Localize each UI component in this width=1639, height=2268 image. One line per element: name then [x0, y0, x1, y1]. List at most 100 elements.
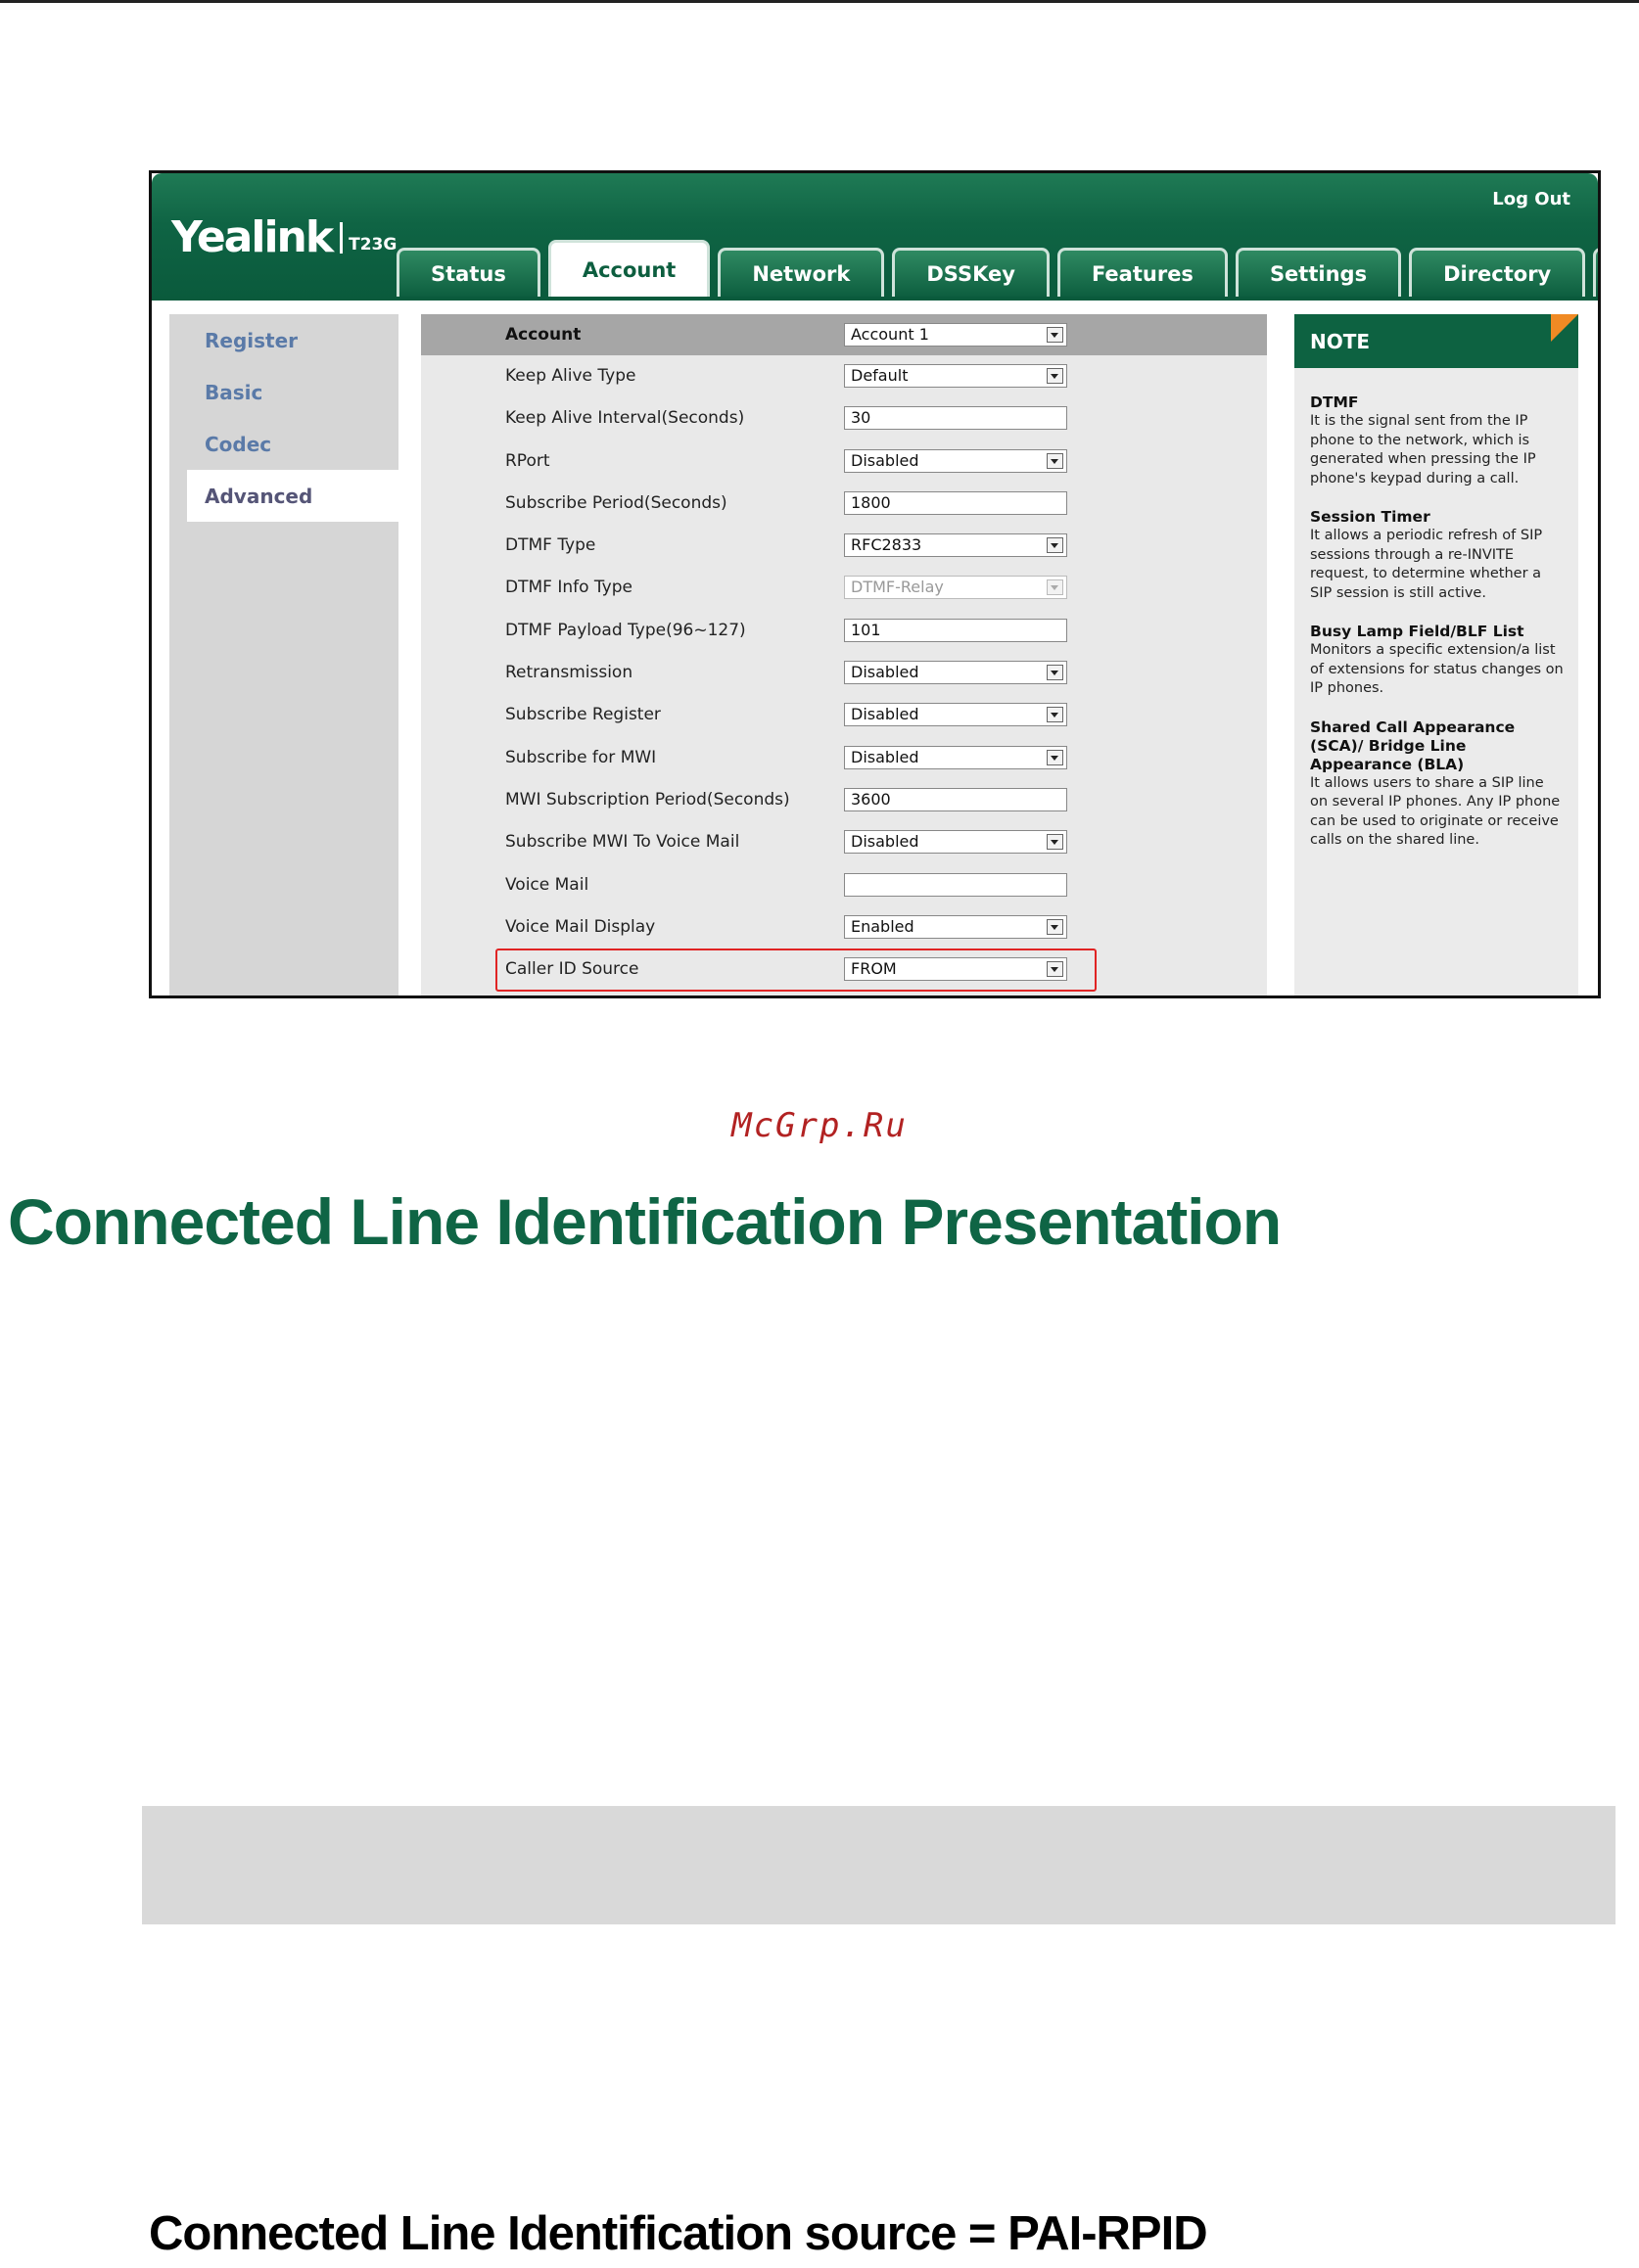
dropdown-arrow-icon[interactable] — [1047, 749, 1063, 765]
select-keep-alive-type[interactable]: Default — [844, 364, 1067, 388]
dropdown-arrow-icon[interactable] — [1047, 918, 1063, 935]
field-value: Disabled — [851, 450, 919, 470]
field-value: 101 — [851, 620, 881, 639]
note-header-label: NOTE — [1310, 329, 1371, 353]
form-row: Keep Alive Interval(Seconds) 30 — [421, 397, 1267, 440]
input-voice-mail[interactable] — [844, 872, 1067, 897]
form-row: DTMF Type RFC2833 — [421, 525, 1267, 567]
tab-features[interactable]: Features — [1056, 248, 1228, 297]
dropdown-arrow-icon[interactable] — [1047, 579, 1063, 596]
field-value: 1800 — [851, 492, 891, 512]
tab-settings[interactable]: Settings — [1235, 248, 1402, 297]
select-caller-id-source[interactable]: FROM — [844, 957, 1067, 982]
yealink-logo: Yealink T23G — [171, 212, 397, 262]
dropdown-arrow-icon[interactable] — [1047, 665, 1063, 681]
logo-text: Yealink — [171, 212, 334, 262]
dropdown-arrow-icon[interactable] — [1047, 327, 1063, 343]
field-value: Disabled — [851, 705, 919, 724]
field-label-caller-id-source: Caller ID Source — [505, 959, 639, 980]
field-label-subscribe-register: Subscribe Register — [505, 705, 661, 725]
input-keep-alive-interval-seconds[interactable]: 30 — [844, 406, 1067, 431]
form-row: Subscribe Register Disabled — [421, 694, 1267, 736]
field-label-keep-alive-interval-seconds: Keep Alive Interval(Seconds) — [505, 408, 745, 429]
form-row: Caller ID Source FROM — [421, 949, 1267, 991]
field-value: DTMF-Relay — [851, 578, 944, 597]
dropdown-arrow-icon[interactable] — [1047, 707, 1063, 723]
field-label-voice-mail: Voice Mail — [505, 874, 589, 895]
top-rule — [0, 0, 1639, 3]
dropdown-arrow-icon[interactable] — [1047, 834, 1063, 851]
note-title: Shared Call Appearance (SCA)/ Bridge Lin… — [1310, 717, 1516, 773]
note-section: Busy Lamp Field/BLF List Monitors a speci… — [1310, 623, 1565, 699]
note-section: Shared Call Appearance (SCA)/ Bridge Lin… — [1310, 718, 1565, 851]
note-text: Monitors a specific extension/a list of … — [1310, 642, 1564, 696]
tab-dsskey[interactable]: DSSKey — [892, 248, 1050, 297]
form-row: Subscribe for MWI Disabled — [421, 737, 1267, 779]
field-value: RFC2833 — [851, 535, 922, 555]
select-retransmission[interactable]: Disabled — [844, 661, 1067, 685]
note-text: It allows users to share a SIP line on s… — [1310, 774, 1561, 849]
dropdown-arrow-icon[interactable] — [1047, 537, 1063, 554]
dropdown-arrow-icon[interactable] — [1047, 452, 1063, 469]
sidebar-item-basic[interactable]: Basic — [169, 366, 398, 418]
watermark: McGrp.Ru — [731, 1106, 908, 1145]
tab-security[interactable]: Security — [1593, 248, 1598, 297]
form-row: Account Account 1 — [421, 314, 1267, 355]
field-label-keep-alive-type: Keep Alive Type — [505, 366, 636, 386]
select-subscribe-register[interactable]: Disabled — [844, 703, 1067, 727]
field-value: Disabled — [851, 663, 919, 682]
input-mwi-subscription-period-seconds[interactable]: 3600 — [844, 787, 1067, 811]
sidebar-item-advanced[interactable]: Advanced — [187, 470, 398, 522]
note-section: DTMF It is the signal sent from the IP ph… — [1310, 393, 1565, 488]
note-title: DTMF — [1310, 393, 1359, 411]
ui-header: Yealink T23G Log Out Status Account Network… — [152, 173, 1598, 301]
note-body: DTMF It is the signal sent from the IP ph… — [1294, 368, 1578, 851]
input-subscribe-period-seconds[interactable]: 1800 — [844, 490, 1067, 515]
note-section: Session Timer It allows a periodic refres… — [1310, 508, 1565, 603]
field-value: FROM — [851, 959, 897, 979]
form-row: Subscribe Period(Seconds) 1800 — [421, 483, 1267, 525]
form-row: Subscribe MWI To Voice Mail Disabled — [421, 821, 1267, 863]
note-corner-icon — [1551, 314, 1578, 342]
form-row: Voice Mail Display Enabled — [421, 906, 1267, 949]
select-subscribe-mwi-to-voice-mail[interactable]: Disabled — [844, 830, 1067, 855]
select-dtmf-type[interactable]: RFC2833 — [844, 533, 1067, 558]
sidebar: Register Basic Codec Advanced — [169, 314, 398, 995]
field-label-mwi-subscription-period-seconds: MWI Subscription Period(Seconds) — [505, 789, 790, 810]
field-value: Account 1 — [851, 325, 929, 344]
tab-status[interactable]: Status — [397, 248, 540, 297]
form-row: DTMF Payload Type(96~127) 101 — [421, 610, 1267, 652]
logout-link[interactable]: Log Out — [1492, 189, 1570, 209]
sidebar-item-register[interactable]: Register — [169, 314, 398, 366]
field-label-subscribe-for-mwi: Subscribe for MWI — [505, 747, 657, 767]
form-row: RPort Disabled — [421, 440, 1267, 483]
note-title: Session Timer — [1310, 508, 1430, 526]
note-text: It allows a periodic refresh of SIP sess… — [1310, 528, 1543, 601]
tab-network[interactable]: Network — [718, 248, 885, 297]
note-text: It is the signal sent from the IP phone … — [1310, 413, 1536, 486]
form-row: Retransmission Disabled — [421, 652, 1267, 694]
select-subscribe-for-mwi[interactable]: Disabled — [844, 745, 1067, 769]
tab-directory[interactable]: Directory — [1409, 248, 1586, 297]
field-value: Disabled — [851, 832, 919, 852]
select-rport[interactable]: Disabled — [844, 448, 1067, 473]
field-label-dtmf-payload-type-96-127: DTMF Payload Type(96~127) — [505, 620, 746, 640]
select-account[interactable]: Account 1 — [844, 323, 1067, 347]
dropdown-arrow-icon[interactable] — [1047, 368, 1063, 384]
form-row: Voice Mail — [421, 864, 1267, 906]
select-voice-mail-display[interactable]: Enabled — [844, 914, 1067, 939]
tab-account[interactable]: Account — [547, 240, 711, 297]
note-header: NOTE — [1294, 314, 1578, 368]
sidebar-item-codec[interactable]: Codec — [169, 418, 398, 470]
field-label-subscribe-period-seconds: Subscribe Period(Seconds) — [505, 492, 727, 513]
field-value: 30 — [851, 408, 871, 428]
field-label-retransmission: Retransmission — [505, 663, 633, 683]
field-label-subscribe-mwi-to-voice-mail: Subscribe MWI To Voice Mail — [505, 832, 740, 853]
settings-form: Account Account 1 Keep Alive Type Default Ke… — [421, 314, 1267, 995]
select-dtmf-info-type[interactable]: DTMF-Relay — [844, 576, 1067, 600]
form-row: Keep Alive Type Default — [421, 355, 1267, 397]
form-row: DTMF Info Type DTMF-Relay — [421, 567, 1267, 609]
field-label-dtmf-info-type: DTMF Info Type — [505, 578, 632, 598]
dropdown-arrow-icon[interactable] — [1047, 961, 1063, 978]
input-dtmf-payload-type-96-127[interactable]: 101 — [844, 618, 1067, 642]
